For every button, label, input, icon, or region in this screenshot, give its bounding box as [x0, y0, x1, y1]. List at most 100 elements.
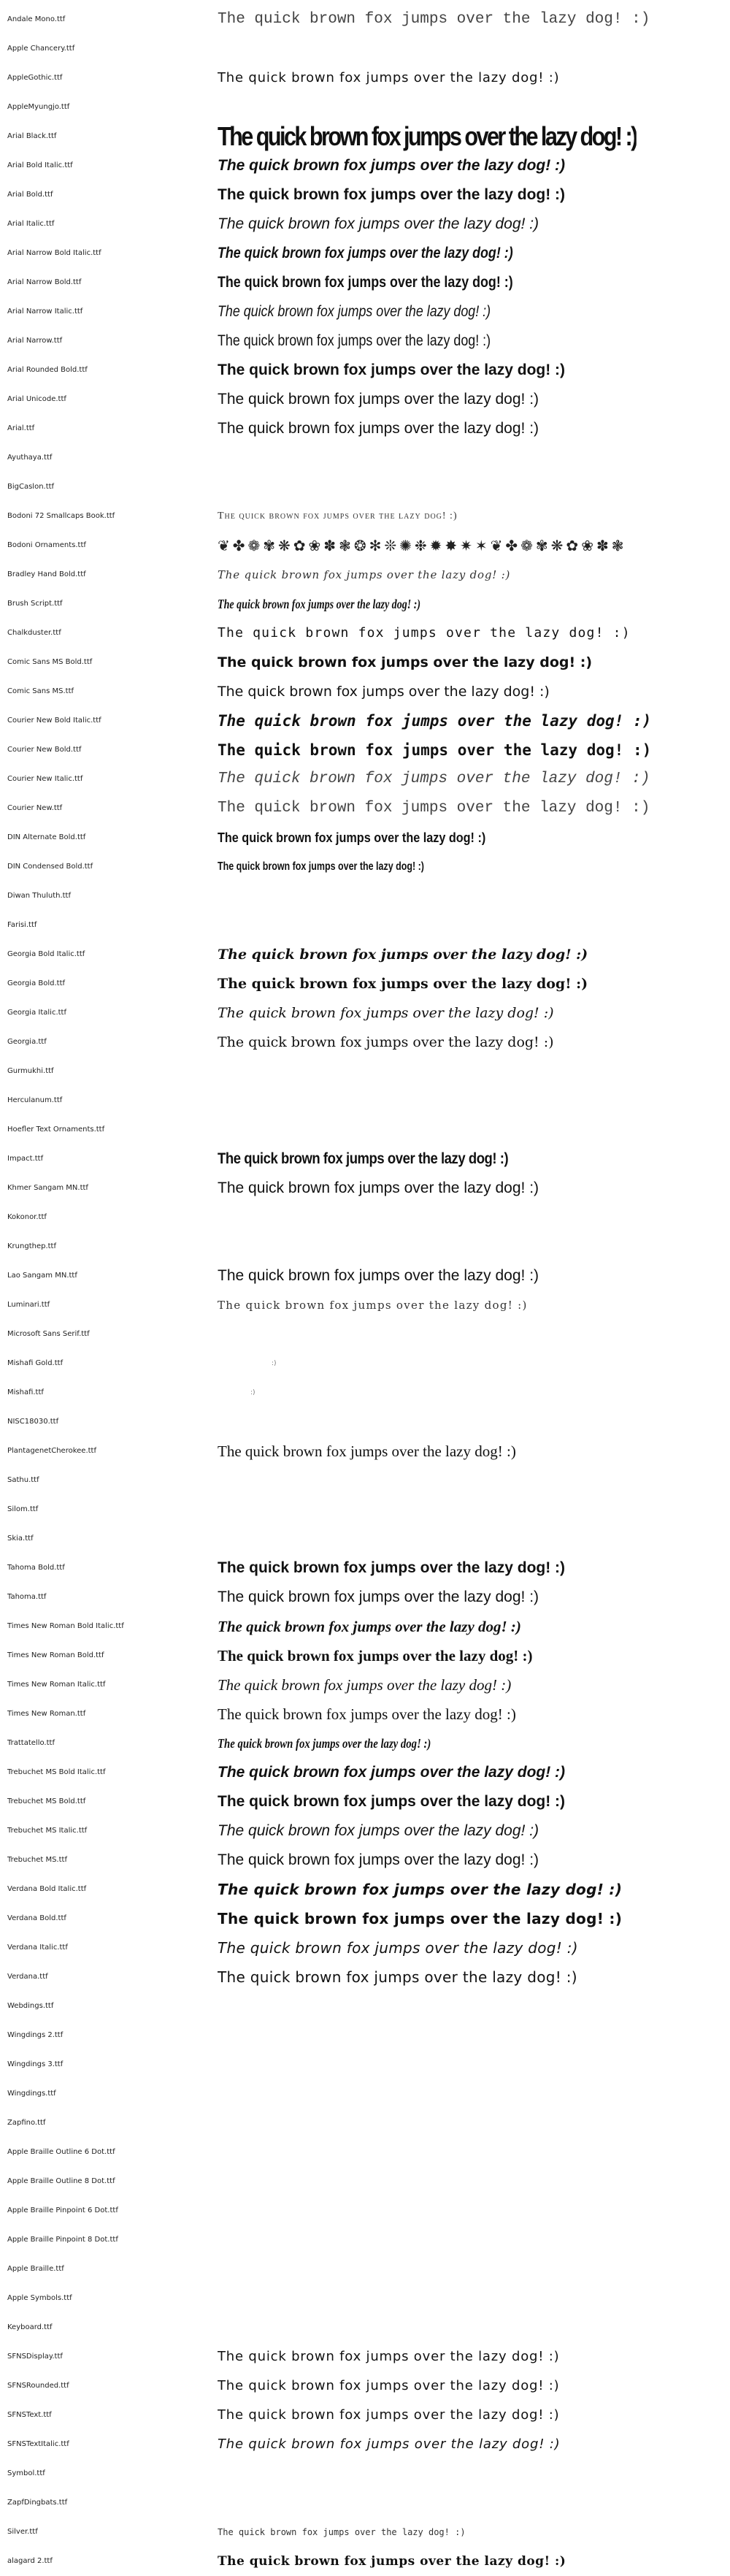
font-sample-text: The quick brown fox jumps over the lazy …	[218, 1910, 623, 1927]
font-sample-text: The quick brown fox jumps over the lazy …	[218, 568, 511, 581]
font-sample-text: :)	[250, 1389, 256, 1396]
font-file-name: Impact.ttf	[7, 1155, 44, 1163]
font-sample-text: The quick brown fox jumps over the lazy …	[218, 215, 539, 232]
font-sample-text: The quick brown fox jumps over the lazy …	[218, 800, 650, 817]
font-file-name: Luminari.ttf	[7, 1301, 50, 1309]
font-sample-text: The quick brown fox jumps over the lazy …	[218, 70, 560, 85]
font-file-name: Symbol.ttf	[7, 2469, 45, 2477]
font-row: Verdana Italic.ttf The quick brown fox ju…	[0, 1933, 730, 1962]
font-sample-text: The quick brown fox jumps over the lazy …	[218, 1881, 623, 1898]
font-row: Diwan Thuluth.ttf	[0, 882, 730, 911]
font-file-name: Ayuthaya.ttf	[7, 454, 53, 462]
font-sample-text: The quick brown fox jumps over the lazy …	[218, 741, 652, 759]
font-sample-text: The quick brown fox jumps over the lazy …	[218, 2378, 560, 2393]
font-sample-text: The quick brown fox jumps over the lazy …	[218, 1442, 516, 1460]
font-row: Andale Mono.ttf The quick brown fox jumps…	[0, 5, 730, 34]
font-row: BigCaslon.ttf	[0, 473, 730, 502]
font-row: Georgia Bold.ttf The quick brown fox jump…	[0, 969, 730, 998]
font-file-name: Apple Symbols.ttf	[7, 2294, 72, 2302]
font-sample-text: The quick brown fox jumps over the lazy …	[218, 245, 513, 261]
font-row: DIN Alternate Bold.ttf The quick brown fo…	[0, 823, 730, 852]
font-row: Arial.ttf The quick brown fox jumps over …	[0, 414, 730, 443]
font-row: Lao Sangam MN.ttf The quick brown fox jum…	[0, 1261, 730, 1291]
font-row: Tahoma Bold.ttf The quick brown fox jumps…	[0, 1553, 730, 1583]
font-row: SFNSTextItalic.ttf The quick brown fox ju…	[0, 2430, 730, 2459]
font-file-name: Apple Braille Pinpoint 8 Dot.ttf	[7, 2236, 118, 2244]
font-sample-text: The quick brown fox jumps over the lazy …	[218, 625, 631, 641]
font-file-name: Webdings.ttf	[7, 2002, 54, 2010]
font-row: Bradley Hand Bold.ttf The quick brown fox…	[0, 560, 730, 589]
font-row: Hoefler Text Ornaments.ttf	[0, 1115, 730, 1144]
font-row: NISC18030.ttf	[0, 1407, 730, 1437]
font-sample-text: The quick brown fox jumps over the lazy …	[218, 2554, 566, 2569]
font-sample-text: The quick brown fox jumps over the lazy …	[218, 1705, 516, 1723]
font-sample-text: The quick brown fox jumps over the lazy …	[218, 976, 588, 992]
font-file-name: Comic Sans MS.ttf	[7, 687, 74, 695]
font-file-name: Wingdings.ttf	[7, 2090, 56, 2098]
font-row: Apple Braille Outline 8 Dot.ttf	[0, 2167, 730, 2196]
font-sample-text: The quick brown fox jumps over the lazy …	[218, 11, 650, 28]
font-row: SFNSRounded.ttf The quick brown fox jumps…	[0, 2371, 730, 2401]
font-file-name: Courier New.ttf	[7, 804, 63, 812]
font-file-name: Brush Script.ttf	[7, 600, 63, 608]
font-row: Arial Unicode.ttf The quick brown fox jum…	[0, 385, 730, 414]
font-sample-text: The quick brown fox jumps over the lazy …	[218, 2349, 560, 2364]
font-file-name: Silom.ttf	[7, 1505, 39, 1513]
font-file-name: Verdana Bold.ttf	[7, 1914, 66, 1922]
font-row: Apple Chancery.ttf	[0, 34, 730, 64]
font-file-name: Gurmukhi.ttf	[7, 1067, 54, 1075]
font-file-name: Keyboard.ttf	[7, 2323, 53, 2331]
font-sample-text: The quick brown fox jumps over the lazy …	[218, 712, 652, 730]
font-file-name: alagard 2.ttf	[7, 2557, 53, 2565]
font-row: Trebuchet MS Bold Italic.ttf The quick br…	[0, 1758, 730, 1787]
font-file-name: Kokonor.ttf	[7, 1213, 47, 1221]
font-row: Arial Narrow Bold.ttf The quick brown fox…	[0, 268, 730, 297]
font-sample-text: The quick brown fox jumps over the lazy …	[218, 1736, 431, 1751]
font-file-name: Georgia Italic.ttf	[7, 1009, 66, 1017]
font-row: Silver.ttf The quick brown fox jumps over…	[0, 2518, 730, 2547]
font-file-name: Skia.ttf	[7, 1534, 34, 1543]
font-sample-text: The quick brown fox jumps over the lazy …	[218, 1299, 528, 1312]
font-file-name: Verdana.ttf	[7, 1973, 48, 1981]
font-row: Apple Braille Outline 6 Dot.ttf	[0, 2138, 730, 2167]
font-row: Khmer Sangam MN.ttf The quick brown fox j…	[0, 1174, 730, 1203]
font-sample-text: The quick brown fox jumps over the lazy …	[218, 1005, 554, 1021]
font-row: Verdana.ttf The quick brown fox jumps ove…	[0, 1962, 730, 1992]
font-row: Herculanum.ttf	[0, 1086, 730, 1115]
font-file-name: Bodoni Ornaments.ttf	[7, 541, 86, 549]
font-row: Comic Sans MS Bold.ttf The quick brown fo…	[0, 648, 730, 677]
font-row: Wingdings 3.ttf	[0, 2050, 730, 2079]
font-sample-text: The quick brown fox jumps over the lazy …	[218, 1618, 521, 1635]
font-file-name: DIN Condensed Bold.ttf	[7, 863, 93, 871]
font-sample-text: The quick brown fox jumps over the lazy …	[218, 1267, 539, 1284]
font-row: Verdana Bold Italic.ttf The quick brown f…	[0, 1875, 730, 1904]
font-row: Farisi.ttf	[0, 911, 730, 940]
font-row: Apple Symbols.ttf	[0, 2284, 730, 2313]
font-row: Times New Roman.ttf The quick brown fox j…	[0, 1700, 730, 1729]
font-row: Arial Bold Italic.ttf The quick brown fox…	[0, 151, 730, 180]
font-file-name: Apple Braille Outline 8 Dot.ttf	[7, 2177, 115, 2185]
font-file-name: Bradley Hand Bold.ttf	[7, 570, 86, 578]
font-row: Courier New Bold.ttf The quick brown fox …	[0, 735, 730, 765]
font-row: Wingdings.ttf	[0, 2079, 730, 2109]
font-file-name: Courier New Bold Italic.ttf	[7, 716, 101, 725]
font-file-name: Krungthep.ttf	[7, 1242, 56, 1250]
font-row: Comic Sans MS.ttf The quick brown fox jum…	[0, 677, 730, 706]
font-file-name: Comic Sans MS Bold.ttf	[7, 658, 93, 666]
font-file-name: Times New Roman Bold Italic.ttf	[7, 1622, 124, 1630]
font-file-name: Tahoma.ttf	[7, 1593, 47, 1601]
font-file-name: Arial Narrow Italic.ttf	[7, 307, 83, 316]
font-sample-text: The quick brown fox jumps over the lazy …	[218, 362, 566, 378]
font-row: Keyboard.ttf	[0, 2313, 730, 2342]
font-row: Arial Rounded Bold.ttf The quick brown fo…	[0, 356, 730, 385]
font-file-name: Chalkduster.ttf	[7, 629, 61, 637]
font-sample-text: The quick brown fox jumps over the lazy …	[218, 1764, 566, 1781]
font-file-name: Zapfino.ttf	[7, 2119, 46, 2127]
font-row: Symbol.ttf	[0, 2459, 730, 2488]
font-file-name: Diwan Thuluth.ttf	[7, 892, 72, 900]
font-row: SFNSText.ttf The quick brown fox jumps ov…	[0, 2401, 730, 2430]
font-file-name: Verdana Bold Italic.ttf	[7, 1885, 87, 1893]
font-file-name: SFNSDisplay.ttf	[7, 2353, 63, 2361]
font-sample-text: The quick brown fox jumps over the lazy …	[218, 332, 491, 349]
font-file-name: Wingdings 3.ttf	[7, 2060, 64, 2068]
